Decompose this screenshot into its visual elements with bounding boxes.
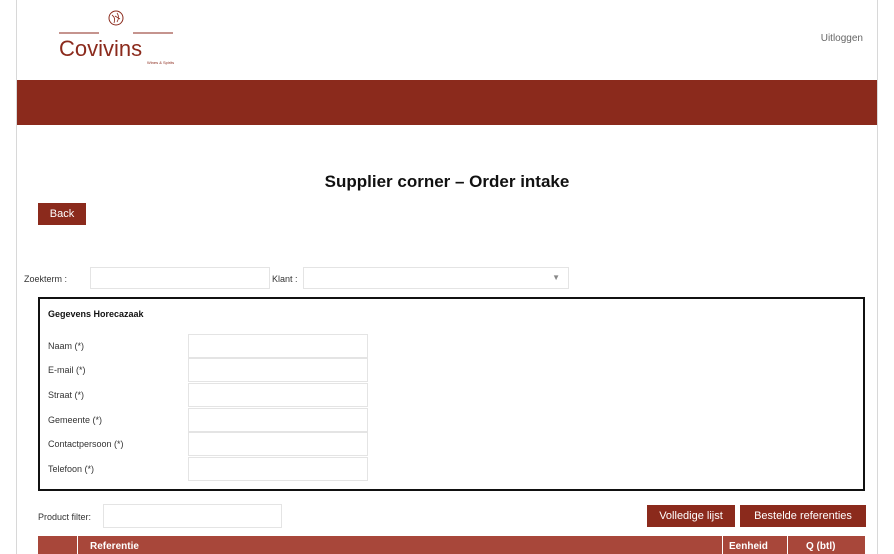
column-separator	[722, 536, 723, 554]
table-header: Referentie Eenheid Q (btl)	[38, 536, 865, 554]
form-row-naam: Naam (*)	[40, 334, 440, 358]
full-list-button[interactable]: Volledige lijst	[647, 505, 735, 527]
column-header-eenheid[interactable]: Eenheid	[729, 541, 768, 552]
form-row-telefoon: Telefoon (*)	[40, 457, 440, 481]
logo-tagline: Wines & Spirits	[147, 60, 174, 65]
horecazaak-panel: Gegevens Horecazaak Naam (*) E-mail (*) …	[38, 297, 865, 491]
straat-field[interactable]	[188, 383, 368, 407]
contactpersoon-label: Contactpersoon (*)	[48, 439, 124, 449]
covivins-logo[interactable]: Covivins Wines & Spirits	[41, 6, 191, 66]
email-label: E-mail (*)	[48, 365, 86, 375]
telefoon-field[interactable]	[188, 457, 368, 481]
contactpersoon-field[interactable]	[188, 432, 368, 456]
column-header-quantity[interactable]: Q (btl)	[806, 541, 835, 552]
klant-select[interactable]: ▼	[303, 267, 569, 289]
form-row-gemeente: Gemeente (*)	[40, 408, 440, 432]
logout-link[interactable]: Uitloggen	[821, 33, 863, 44]
naam-field[interactable]	[188, 334, 368, 358]
brand-banner	[17, 80, 877, 125]
email-field[interactable]	[188, 358, 368, 382]
logo-text: Covivins	[59, 36, 142, 61]
page-container: Covivins Wines & Spirits Uitloggen Suppl…	[16, 0, 878, 554]
form-row-contactpersoon: Contactpersoon (*)	[40, 432, 440, 456]
zoekterm-label: Zoekterm :	[24, 274, 68, 284]
chevron-down-icon: ▼	[552, 273, 560, 282]
product-filter-input[interactable]	[103, 504, 282, 528]
header: Covivins Wines & Spirits Uitloggen	[17, 0, 877, 80]
gemeente-field[interactable]	[188, 408, 368, 432]
naam-label: Naam (*)	[48, 341, 85, 351]
panel-title: Gegevens Horecazaak	[48, 309, 144, 319]
column-separator	[787, 536, 788, 554]
telefoon-label: Telefoon (*)	[48, 464, 95, 474]
form-row-email: E-mail (*)	[40, 358, 440, 382]
zoekterm-input[interactable]	[90, 267, 270, 289]
klant-label: Klant :	[272, 274, 298, 284]
product-filter-label: Product filter:	[38, 512, 92, 522]
gemeente-label: Gemeente (*)	[48, 415, 103, 425]
straat-label: Straat (*)	[48, 390, 85, 400]
page-title: Supplier corner – Order intake	[324, 172, 570, 191]
back-button[interactable]: Back	[38, 203, 86, 225]
column-header-referentie[interactable]: Referentie	[90, 541, 139, 552]
logo-mark-icon: Covivins Wines & Spirits	[59, 10, 174, 65]
column-separator	[77, 536, 78, 554]
form-row-straat: Straat (*)	[40, 383, 440, 407]
ordered-references-button[interactable]: Bestelde referenties	[740, 505, 866, 527]
